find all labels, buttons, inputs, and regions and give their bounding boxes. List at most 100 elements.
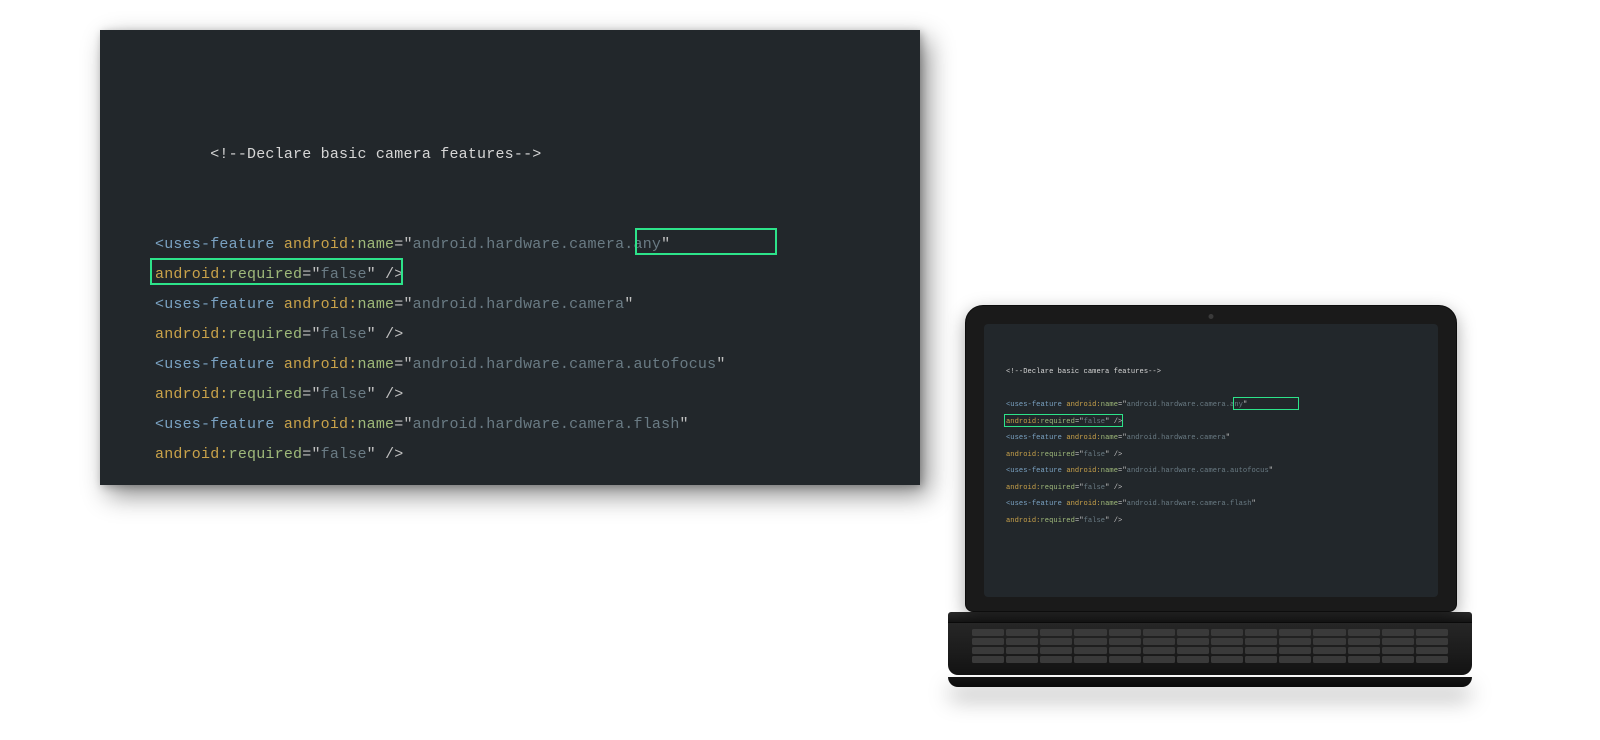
- punct-close: " />: [1105, 418, 1122, 426]
- key-row: [972, 656, 1448, 663]
- mini-line-feature4a: <uses-feature android:name="android.hard…: [1006, 496, 1438, 513]
- string-false: false: [321, 326, 367, 343]
- punct-qclose: ": [1269, 467, 1273, 475]
- mini-line-feature1a: <uses-feature android:name="android.hard…: [1006, 397, 1438, 414]
- tag-open: <uses-feature: [155, 296, 275, 313]
- punct-close: " />: [367, 326, 404, 343]
- punct-qclose: ": [1252, 500, 1256, 508]
- attr-required: required: [1040, 484, 1074, 492]
- punct-eq: =": [1075, 451, 1084, 459]
- blank-line: [155, 200, 920, 230]
- attr-ns: android:: [1066, 500, 1100, 508]
- attr-name: name: [1101, 467, 1118, 475]
- mini-line-feature3b: android:required="false" />: [1006, 480, 1438, 497]
- attr-ns: android:: [1006, 484, 1040, 492]
- laptop-hinge: [948, 612, 1472, 622]
- punct-qclose: ": [680, 416, 689, 433]
- laptop-keyboard: [972, 629, 1448, 663]
- code-line-feature2b: android:required="false" />: [155, 320, 920, 350]
- attr-ns: android:: [284, 236, 358, 253]
- laptop-keyboard-deck: [948, 622, 1472, 675]
- punct-qclose: ": [1243, 401, 1247, 409]
- code-line-feature2a: <uses-feature android:name="android.hard…: [155, 290, 920, 320]
- punct-eq: =": [1118, 500, 1127, 508]
- tag-open: <uses-feature: [155, 236, 275, 253]
- punct-close: " />: [1105, 517, 1122, 525]
- attr-required: required: [229, 326, 303, 343]
- attr-ns: android:: [1066, 434, 1100, 442]
- string-false: false: [1084, 484, 1106, 492]
- punct-eq: =": [1118, 434, 1127, 442]
- attr-name: name: [1101, 434, 1118, 442]
- attr-required: required: [229, 446, 303, 463]
- string-false: false: [321, 446, 367, 463]
- punct-close: " />: [367, 386, 404, 403]
- attr-ns: android:: [284, 416, 358, 433]
- tag-open: <uses-feature: [155, 416, 275, 433]
- punct-eq: =": [394, 236, 412, 253]
- punct-eq: =": [302, 266, 320, 283]
- laptop-lid: <!--Declare basic camera features--> <us…: [965, 305, 1457, 612]
- attr-name: name: [1101, 401, 1118, 409]
- attr-name: name: [357, 356, 394, 373]
- punct-eq: =": [394, 296, 412, 313]
- punct-eq: =": [394, 416, 412, 433]
- punct-eq: =": [302, 446, 320, 463]
- punct-close: " />: [1105, 451, 1122, 459]
- string-camera: android.hardware.camera: [1127, 434, 1226, 442]
- string-camera-any: android.hardware.camera.any: [1127, 401, 1243, 409]
- tag-open: <uses-feature: [1006, 434, 1062, 442]
- punct-eq: =": [1118, 467, 1127, 475]
- punct-eq: =": [1075, 484, 1084, 492]
- punct-eq: =": [1075, 517, 1084, 525]
- string-camera-flash: android.hardware.camera.flash: [1127, 500, 1252, 508]
- string-camera-any: android.hardware.camera.any: [413, 236, 661, 253]
- laptop-base: [948, 622, 1472, 687]
- punct-qclose: ": [624, 296, 633, 313]
- code-comment-line: <!--Declare basic camera features-->: [155, 110, 920, 200]
- punct-close: " />: [367, 266, 404, 283]
- punct-qclose: ": [661, 236, 670, 253]
- mini-line-feature4b: android:required="false" />: [1006, 513, 1438, 530]
- laptop-base-edge: [948, 677, 1472, 687]
- tag-open: <uses-feature: [1006, 467, 1062, 475]
- attr-ns: android:: [155, 266, 229, 283]
- laptop-mockup: <!--Declare basic camera features--> <us…: [965, 305, 1455, 687]
- code-line-feature1b: android:required="false" />: [155, 260, 920, 290]
- key-row: [972, 647, 1448, 654]
- mini-line-feature2b: android:required="false" />: [1006, 447, 1438, 464]
- punct-eq: =": [1075, 418, 1084, 426]
- string-camera-autofocus: android.hardware.camera.autofocus: [1127, 467, 1269, 475]
- tag-open: <uses-feature: [1006, 401, 1062, 409]
- punct-close: " />: [1105, 484, 1122, 492]
- attr-required: required: [229, 386, 303, 403]
- code-line-feature3a: <uses-feature android:name="android.hard…: [155, 350, 920, 380]
- code-line-feature4b: android:required="false" />: [155, 440, 920, 470]
- attr-ns: android:: [155, 386, 229, 403]
- attr-ns: android:: [1006, 451, 1040, 459]
- string-camera-autofocus: android.hardware.camera.autofocus: [413, 356, 717, 373]
- attr-required: required: [1040, 451, 1074, 459]
- punct-qclose: ": [1226, 434, 1230, 442]
- code-line-feature3b: android:required="false" />: [155, 380, 920, 410]
- mini-blank-line: [1006, 381, 1438, 398]
- punct-eq: =": [302, 326, 320, 343]
- code-comment: <!--Declare basic camera features-->: [210, 146, 541, 163]
- attr-name: name: [357, 236, 394, 253]
- attr-name: name: [357, 416, 394, 433]
- attr-ns: android:: [1006, 418, 1040, 426]
- attr-ns: android:: [284, 356, 358, 373]
- string-false: false: [1084, 418, 1106, 426]
- mini-line-feature3a: <uses-feature android:name="android.hard…: [1006, 463, 1438, 480]
- attr-ns: android:: [284, 296, 358, 313]
- string-false: false: [1084, 517, 1106, 525]
- mini-code-comment: <!--Declare basic camera features-->: [1006, 368, 1161, 376]
- mini-line-feature2a: <uses-feature android:name="android.hard…: [1006, 430, 1438, 447]
- key-row: [972, 629, 1448, 636]
- attr-required: required: [1040, 418, 1074, 426]
- attr-name: name: [357, 296, 394, 313]
- punct-qclose: ": [716, 356, 725, 373]
- attr-ns: android:: [155, 446, 229, 463]
- punct-close: " />: [367, 446, 404, 463]
- attr-required: required: [229, 266, 303, 283]
